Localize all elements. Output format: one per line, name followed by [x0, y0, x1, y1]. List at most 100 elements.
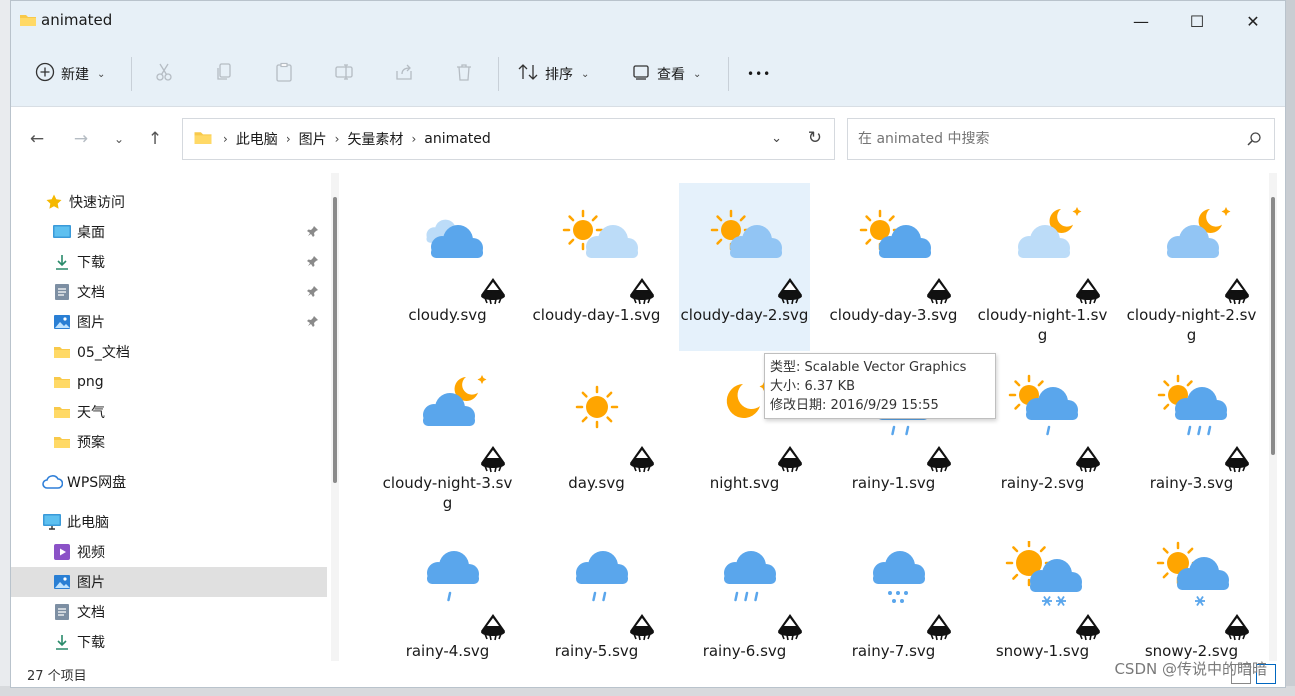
- delete-button[interactable]: [454, 57, 474, 91]
- file-item[interactable]: rainy-2.svg: [977, 351, 1108, 519]
- address-bar[interactable]: › 此电脑 › 图片 › 矢量素材 › animated ⌄ ↻: [182, 118, 835, 160]
- sidebar-item[interactable]: 桌面: [11, 217, 327, 247]
- file-item[interactable]: cloudy-day-2.svg: [679, 183, 810, 351]
- inkscape-icon: [1222, 613, 1252, 641]
- breadcrumb-this-pc[interactable]: 此电脑: [236, 129, 278, 149]
- close-button[interactable]: ✕: [1225, 1, 1281, 41]
- file-item[interactable]: snowy-1.svg: [977, 519, 1108, 661]
- sidebar-item[interactable]: 快速访问: [11, 187, 327, 217]
- command-bar: 新建 ⌄ 排序 ⌄ 查看 ⌄ •••: [11, 41, 1285, 107]
- sidebar-item-label: 预案: [77, 435, 105, 451]
- minimize-button[interactable]: —: [1113, 1, 1169, 41]
- navigation-bar: ← → ⌄ ↑ › 此电脑 › 图片 › 矢量素材 › animated ⌄ ↻: [11, 107, 1285, 171]
- back-arrow-icon[interactable]: ←: [23, 125, 51, 153]
- inkscape-icon: [1222, 445, 1252, 473]
- file-item[interactable]: rainy-6.svg: [679, 519, 810, 661]
- file-name: rainy-7.svg: [851, 642, 936, 660]
- rename-button[interactable]: [334, 57, 354, 91]
- file-item[interactable]: cloudy.svg: [382, 183, 513, 351]
- pin-icon[interactable]: [307, 255, 319, 271]
- download-icon: [51, 251, 73, 273]
- chevron-down-icon: ⌄: [97, 68, 106, 80]
- file-item[interactable]: snowy-2.svg: [1126, 519, 1257, 661]
- sidebar-item[interactable]: 下载: [11, 627, 327, 657]
- refresh-icon[interactable]: ↻: [808, 128, 822, 148]
- tooltip-type: 类型: Scalable Vector Graphics: [770, 360, 967, 375]
- recent-locations-chevron-icon[interactable]: ⌄: [105, 125, 133, 153]
- file-name: rainy-3.svg: [1149, 474, 1234, 492]
- file-tooltip: 类型: Scalable Vector Graphics 大小: 6.37 KB…: [764, 353, 996, 419]
- sidebar-item[interactable]: 下载: [11, 247, 327, 277]
- sidebar-item[interactable]: 图片: [11, 567, 327, 597]
- search-icon[interactable]: [1246, 131, 1262, 151]
- sort-button[interactable]: 排序 ⌄: [517, 57, 589, 91]
- desktop-icon: [51, 221, 73, 243]
- content-scrollbar-thumb[interactable]: [1271, 197, 1275, 455]
- pin-icon[interactable]: [307, 285, 319, 301]
- inkscape-icon: [775, 613, 805, 641]
- file-item[interactable]: day.svg: [531, 351, 662, 519]
- file-item[interactable]: cloudy-day-3.svg: [828, 183, 959, 351]
- file-name: cloudy-night-3.svg: [382, 474, 513, 512]
- file-item[interactable]: cloudy-night-2.svg: [1126, 183, 1257, 351]
- sort-label: 排序: [545, 67, 573, 83]
- file-name: cloudy-day-3.svg: [829, 306, 958, 324]
- sidebar-scrollbar[interactable]: [331, 173, 339, 661]
- sidebar-item[interactable]: 05_文档: [11, 337, 327, 367]
- toolbar-divider: [131, 57, 132, 91]
- view-button[interactable]: 查看 ⌄: [631, 57, 701, 91]
- file-item[interactable]: cloudy-day-1.svg: [531, 183, 662, 351]
- sidebar-item[interactable]: 此电脑: [11, 507, 327, 537]
- search-box[interactable]: [847, 118, 1275, 160]
- file-name: cloudy-night-2.svg: [1126, 306, 1257, 344]
- copy-button[interactable]: [214, 57, 234, 91]
- view-label: 查看: [657, 67, 685, 83]
- sidebar-item[interactable]: 天气: [11, 397, 327, 427]
- new-button[interactable]: 新建 ⌄: [35, 57, 105, 91]
- sidebar-item[interactable]: 视频: [11, 537, 327, 567]
- paste-button[interactable]: [274, 57, 294, 91]
- file-name: cloudy-day-1.svg: [532, 306, 661, 324]
- file-item[interactable]: cloudy-night-1.svg: [977, 183, 1108, 351]
- file-item[interactable]: rainy-4.svg: [382, 519, 513, 661]
- share-button[interactable]: [394, 57, 414, 91]
- file-item[interactable]: rainy-7.svg: [828, 519, 959, 661]
- file-name: cloudy-day-2.svg: [680, 306, 809, 324]
- pin-icon[interactable]: [307, 225, 319, 241]
- file-name: night.svg: [709, 474, 780, 492]
- sidebar-item[interactable]: png: [11, 367, 327, 397]
- day-weather-icon: [553, 373, 641, 441]
- sidebar-scrollbar-thumb[interactable]: [333, 197, 337, 483]
- sidebar-item-label: WPS网盘: [67, 475, 127, 491]
- sidebar-item[interactable]: 文档: [11, 277, 327, 307]
- forward-arrow-icon[interactable]: →: [67, 125, 95, 153]
- more-options-button[interactable]: •••: [747, 57, 771, 91]
- inkscape-icon: [478, 613, 508, 641]
- search-input[interactable]: [858, 131, 1238, 147]
- pin-icon[interactable]: [307, 315, 319, 331]
- sidebar-item-label: 快速访问: [69, 195, 125, 211]
- file-item[interactable]: rainy-5.svg: [531, 519, 662, 661]
- breadcrumb-pictures[interactable]: 图片: [299, 129, 327, 149]
- file-name: snowy-1.svg: [995, 642, 1090, 660]
- sidebar-item[interactable]: WPS网盘: [11, 467, 327, 497]
- cloudy-night-1-weather-icon: [999, 205, 1087, 273]
- maximize-button[interactable]: ☐: [1169, 1, 1225, 41]
- inkscape-icon: [775, 277, 805, 305]
- inkscape-icon: [924, 277, 954, 305]
- sidebar-item-label: 下载: [77, 255, 105, 271]
- breadcrumb-animated[interactable]: animated: [424, 131, 491, 147]
- sidebar-item[interactable]: 预案: [11, 427, 327, 457]
- breadcrumb-vector-assets[interactable]: 矢量素材: [347, 129, 403, 149]
- pictures-icon: [51, 311, 73, 333]
- address-dropdown-chevron-icon[interactable]: ⌄: [771, 131, 782, 146]
- cut-button[interactable]: [154, 57, 174, 91]
- rainy-7-weather-icon: [850, 541, 938, 609]
- breadcrumb-separator-icon: ›: [411, 132, 417, 146]
- file-item[interactable]: rainy-3.svg: [1126, 351, 1257, 519]
- sidebar-item[interactable]: 文档: [11, 597, 327, 627]
- content-scrollbar[interactable]: [1269, 173, 1277, 661]
- sidebar-item[interactable]: 图片: [11, 307, 327, 337]
- up-arrow-icon[interactable]: ↑: [141, 125, 169, 153]
- file-item[interactable]: cloudy-night-3.svg: [382, 351, 513, 519]
